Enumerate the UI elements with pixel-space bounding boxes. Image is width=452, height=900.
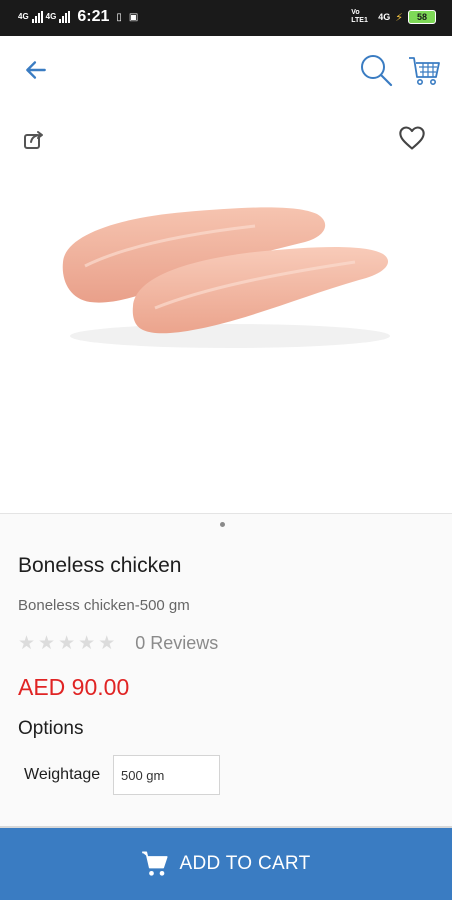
star-icon: ★ xyxy=(58,633,76,654)
product-details: Boneless chicken Boneless chicken-500 gm… xyxy=(0,514,452,826)
status-bar: 4G 4G 6:21 ▯ ▣ Vo LTE1 4G ⚡ 58 xyxy=(0,0,452,36)
wishlist-button[interactable] xyxy=(396,122,428,154)
share-button[interactable] xyxy=(18,124,50,156)
notification-icon: ▣ xyxy=(128,11,139,23)
cart-icon xyxy=(142,851,169,876)
product-image xyxy=(62,207,390,348)
battery-icon: 58 xyxy=(408,10,436,24)
arrow-left-icon xyxy=(26,61,46,79)
star-icon: ★ xyxy=(98,633,116,654)
product-image-area xyxy=(0,106,452,514)
back-button[interactable] xyxy=(20,54,52,86)
product-description: Boneless chicken-500 gm xyxy=(18,597,190,614)
rating-row: ★ ★ ★ ★ ★ 0 Reviews xyxy=(18,632,218,655)
cart-icon xyxy=(409,57,440,85)
charging-icon: ⚡ xyxy=(395,11,403,24)
search-icon xyxy=(361,55,393,87)
add-to-cart-label: ADD TO CART xyxy=(179,853,311,874)
star-icon: ★ xyxy=(38,633,56,654)
cart-button[interactable] xyxy=(406,52,442,88)
signal-bars-icon xyxy=(31,11,43,23)
product-name: Boneless chicken xyxy=(18,554,182,577)
heart-icon xyxy=(399,126,425,150)
reviews-link[interactable]: 0 Reviews xyxy=(135,633,218,654)
signal-tag-2: 4G xyxy=(45,12,57,21)
options-title: Options xyxy=(18,718,84,739)
vibrate-icon: ▯ xyxy=(116,11,122,23)
star-icon: ★ xyxy=(78,633,96,654)
status-right: Vo LTE1 4G ⚡ 58 xyxy=(351,9,436,25)
top-app-bar xyxy=(0,36,452,106)
share-icon xyxy=(24,131,43,149)
signal-bars-icon xyxy=(59,11,71,23)
status-left: 4G 4G 6:21 ▯ ▣ xyxy=(18,8,138,26)
search-button[interactable] xyxy=(358,52,394,88)
weightage-label: Weightage xyxy=(24,766,101,783)
volte-tag: Vo LTE1 xyxy=(351,9,368,24)
image-pager-dot[interactable] xyxy=(220,522,225,527)
weightage-field[interactable] xyxy=(113,755,220,795)
product-price: AED 90.00 xyxy=(18,674,130,700)
rating-stars[interactable]: ★ ★ ★ ★ ★ xyxy=(18,632,115,655)
status-time: 6:21 xyxy=(77,8,110,25)
star-icon: ★ xyxy=(18,633,36,654)
add-to-cart-button[interactable]: ADD TO CART xyxy=(0,826,452,900)
signal-tag-1: 4G xyxy=(18,12,29,21)
network-tag: 4G xyxy=(378,12,391,22)
